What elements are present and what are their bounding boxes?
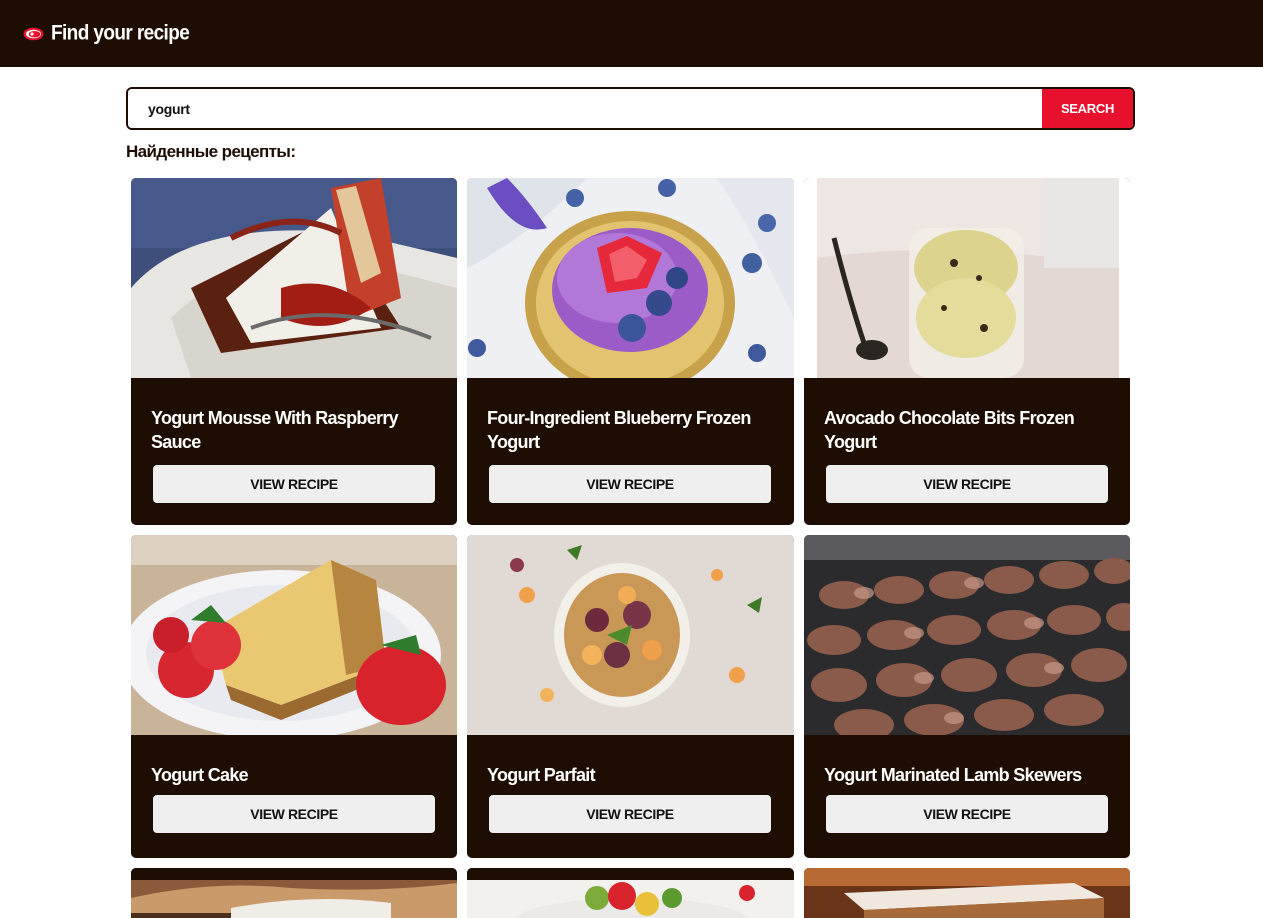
search-button[interactable]: SEARCH: [1042, 89, 1133, 128]
view-recipe-button[interactable]: VIEW RECIPE: [826, 795, 1108, 833]
recipe-title: Yogurt Cake: [151, 765, 249, 785]
recipe-card: [131, 868, 457, 918]
recipe-card: Yogurt Marinated Lamb Skewers VIEW RECIP…: [804, 535, 1130, 858]
view-recipe-button[interactable]: VIEW RECIPE: [153, 795, 435, 833]
view-recipe-button[interactable]: VIEW RECIPE: [489, 465, 771, 503]
recipe-card: Four-Ingredient Blueberry Frozen Yogurt …: [467, 178, 794, 525]
recipe-grid: Yogurt Mousse With Raspberry Sauce VIEW …: [131, 178, 1131, 918]
top-bar: Find your recipe: [0, 0, 1263, 67]
recipe-image[interactable]: [131, 868, 457, 918]
view-recipe-button[interactable]: VIEW RECIPE: [826, 465, 1108, 503]
recipe-card: Yogurt Parfait VIEW RECIPE: [467, 535, 794, 858]
view-recipe-button[interactable]: VIEW RECIPE: [153, 465, 435, 503]
recipe-image[interactable]: [131, 535, 457, 735]
recipe-title: Yogurt Parfait: [487, 765, 596, 785]
search-bar: SEARCH: [126, 87, 1135, 130]
recipe-image[interactable]: [467, 178, 794, 378]
recipe-card: [467, 868, 794, 918]
recipe-image[interactable]: [467, 535, 794, 735]
recipe-title: Yogurt Marinated Lamb Skewers: [824, 765, 1082, 785]
brand-title[interactable]: Find your recipe: [51, 21, 190, 46]
recipe-card: Yogurt Mousse With Raspberry Sauce VIEW …: [131, 178, 457, 525]
recipe-image[interactable]: [467, 868, 794, 918]
recipe-image[interactable]: [804, 535, 1130, 735]
recipe-title: Yogurt Mousse With Raspberry Sauce: [151, 408, 399, 452]
recipe-image[interactable]: [804, 868, 1130, 918]
recipe-title: Avocado Chocolate Bits Frozen Yogurt: [824, 408, 1075, 452]
recipe-card: Avocado Chocolate Bits Frozen Yogurt VIE…: [804, 178, 1130, 525]
recipe-image[interactable]: [804, 178, 1130, 378]
search-input[interactable]: [128, 89, 1042, 128]
recipe-card: Yogurt Cake VIEW RECIPE: [131, 535, 457, 858]
recipe-card: [804, 868, 1130, 918]
recipe-title: Four-Ingredient Blueberry Frozen Yogurt: [487, 408, 751, 452]
recipe-image[interactable]: [131, 178, 457, 378]
results-heading: Найденные рецепты:: [126, 142, 296, 161]
meat-icon: [23, 27, 44, 40]
view-recipe-button[interactable]: VIEW RECIPE: [489, 795, 771, 833]
